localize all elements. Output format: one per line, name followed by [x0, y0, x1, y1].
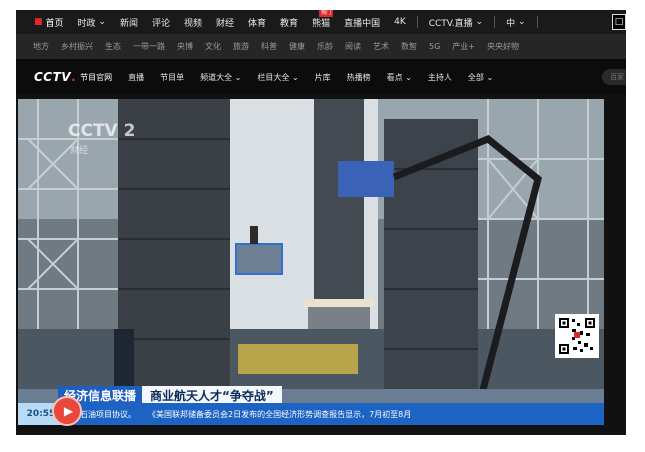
video-frame-image: [18, 99, 604, 425]
subnav-item[interactable]: 央博: [177, 41, 205, 52]
chevron-down-icon: ⌄: [405, 72, 412, 82]
subnav-item[interactable]: 生态: [105, 41, 133, 52]
video-player[interactable]: CCTV 2 财经: [18, 99, 604, 425]
nav-item-4k[interactable]: 4K: [387, 17, 413, 27]
cctv-nav-highlights[interactable]: 看点 ⌄: [387, 72, 428, 83]
home-icon: ■: [34, 17, 43, 27]
language-dropdown[interactable]: 中 ⌄: [499, 16, 532, 29]
cctv-nav-schedule[interactable]: 节目单: [160, 72, 200, 83]
channel-sub-watermark: 财经: [70, 146, 89, 156]
nav-item-live-china[interactable]: 直播中国: [337, 16, 387, 29]
hot-badge: 热门: [319, 10, 334, 17]
channel-watermark: CCTV 2: [68, 121, 136, 141]
cctv-nav-hot[interactable]: 热播榜: [347, 72, 387, 83]
nav-item-education[interactable]: 教育: [273, 16, 305, 29]
fullscreen-icon[interactable]: □: [612, 14, 626, 30]
subnav-item[interactable]: 央央好物: [487, 41, 531, 52]
nav-item-video[interactable]: 视频: [177, 16, 209, 29]
nav-item-news[interactable]: 新闻: [113, 16, 145, 29]
news-caption: 经济信息联播 商业航天人才“争夺战”: [58, 386, 282, 404]
cctv-nav-bar: CCTV. 节目官网 直播 节目单 频道大全 ⌄ 栏目大全 ⌄ 片库 热播榜 看…: [16, 59, 626, 95]
cctv-nav-live[interactable]: 直播: [128, 72, 160, 83]
subnav-item[interactable]: 产业+: [452, 41, 487, 52]
subnav-item[interactable]: 文化: [205, 41, 233, 52]
qr-code: [555, 314, 599, 358]
cctv-logo[interactable]: CCTV.: [34, 70, 76, 84]
subnav-item[interactable]: 数智: [401, 41, 429, 52]
sub-nav-bar: 地方 乡村振兴 生态 一带一路 央博 文化 旅游 科普 健康 乐龄 阅读 艺术 …: [16, 34, 626, 59]
chevron-down-icon: ⌄: [291, 72, 299, 82]
subnav-item[interactable]: 5G: [429, 42, 452, 51]
chevron-down-icon: ⌄: [475, 17, 484, 27]
cctv-nav-channels[interactable]: 频道大全 ⌄: [200, 72, 257, 83]
nav-item-politics[interactable]: 时政 ⌄: [71, 16, 113, 29]
subnav-item[interactable]: 一带一路: [133, 41, 177, 52]
nav-item-panda[interactable]: 熊猫 热门: [305, 10, 337, 29]
nav-home[interactable]: ■ 首页: [16, 16, 71, 29]
subnav-item[interactable]: 旅游: [233, 41, 261, 52]
cctv-live-dropdown[interactable]: CCTV.直播 ⌄: [422, 16, 490, 29]
ticker-text: 署石油项目协议。 《 美国联邦储备委员会2日发布的全国经济形势调查报告显示，7月…: [64, 403, 604, 425]
nav-divider: [416, 16, 418, 28]
nav-divider: [494, 16, 496, 28]
nav-item-comment[interactable]: 评论: [145, 16, 177, 29]
nav-item-finance[interactable]: 财经: [209, 16, 241, 29]
logo-subtitle: 节目官网: [80, 72, 113, 82]
play-icon: ▶: [63, 404, 74, 418]
chevron-down-icon: ⌄: [234, 72, 242, 82]
subnav-item[interactable]: 乐龄: [317, 41, 345, 52]
headline: 商业航天人才“争夺战”: [142, 386, 282, 404]
cctv-nav-library[interactable]: 片库: [315, 72, 347, 83]
search-input[interactable]: 百家: [602, 69, 626, 85]
nav-divider: [536, 16, 538, 28]
subnav-item[interactable]: 地方: [33, 41, 61, 52]
cctv-nav-columns[interactable]: 栏目大全 ⌄: [257, 72, 314, 83]
subnav-item[interactable]: 科普: [261, 41, 289, 52]
subnav-item[interactable]: 阅读: [345, 41, 373, 52]
subnav-item[interactable]: 艺术: [373, 41, 401, 52]
cctv-nav-all[interactable]: 全部 ⌄: [468, 72, 509, 83]
chevron-down-icon: ⌄: [517, 17, 526, 27]
ticker-text-2: 美国联邦储备委员会2日发布的全国经济形势调查报告显示，7月初至8月: [156, 409, 412, 419]
news-ticker: 20:55 署石油项目协议。 《 美国联邦储备委员会2日发布的全国经济形势调查报…: [18, 403, 604, 425]
play-button[interactable]: ▶: [52, 396, 82, 426]
subnav-item[interactable]: 乡村振兴: [61, 41, 105, 52]
ticker-separator: 《: [148, 409, 156, 419]
cctv-nav-hosts[interactable]: 主持人: [428, 72, 468, 83]
chevron-down-icon: ⌄: [98, 17, 106, 27]
main-nav-bar: ■ 首页 时政 ⌄ 新闻 评论 视频 财经 体育 教育 熊猫 热门 直播中国 4…: [16, 10, 626, 34]
nav-item-sports[interactable]: 体育: [241, 16, 273, 29]
chevron-down-icon: ⌄: [486, 72, 494, 82]
subnav-item[interactable]: 健康: [289, 41, 317, 52]
